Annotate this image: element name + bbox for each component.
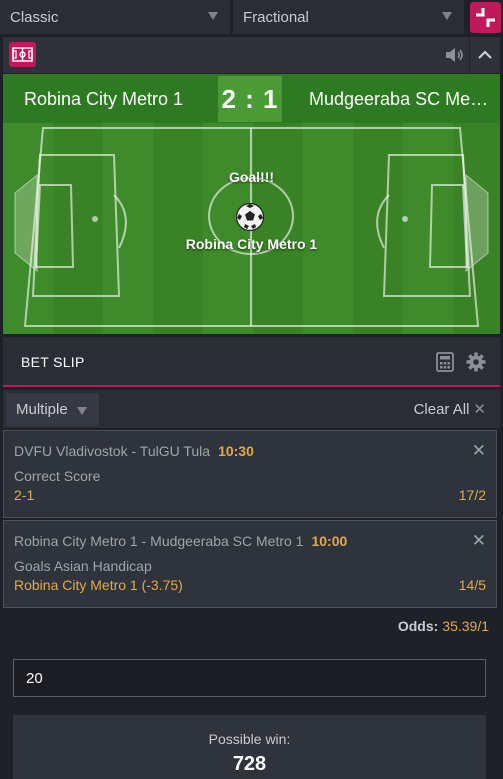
view-select[interactable]: Classic — [0, 0, 230, 34]
bet-selection: Robina City Metro 1 (-3.75) — [14, 577, 183, 593]
home-team-name: Robina City Metro 1 — [24, 89, 184, 109]
chevron-down-icon — [442, 12, 452, 20]
stake-input[interactable] — [13, 659, 486, 697]
collapse-button[interactable] — [470, 2, 501, 33]
bet-item: Robina City Metro 1 - Mudgeeraba SC Metr… — [3, 520, 497, 608]
top-selectors: Classic Fractional — [0, 0, 503, 34]
clear-all-label: Clear All — [413, 401, 470, 418]
chevron-down-icon — [208, 12, 218, 20]
chevron-down-icon — [77, 407, 87, 415]
calculator-icon[interactable] — [436, 352, 454, 372]
ball-icon — [235, 202, 265, 232]
event-title: Goal!!! — [228, 169, 275, 185]
total-odds-value: 35.39/1 — [442, 618, 489, 634]
odds-format-value: Fractional — [243, 8, 309, 26]
away-team-name: Mudgeeraba SC Metr… — [309, 89, 493, 109]
possible-win-box: Possible win: 728 — [13, 715, 486, 779]
bet-match-name: DVFU Vladivostok - TulGU Tula — [14, 443, 211, 459]
bet-match: DVFU Vladivostok - TulGU Tula 10:30 — [14, 443, 254, 459]
odds-format-select[interactable]: Fractional — [233, 0, 464, 34]
bet-type-select[interactable]: Multiple — [6, 393, 99, 426]
collapse-icon — [476, 8, 495, 27]
betslip-controls: Multiple Clear All ✕ — [3, 390, 500, 428]
event-team: Robina City Metro 1 — [185, 236, 318, 252]
live-tracker-header — [3, 37, 500, 73]
possible-win-value: 728 — [232, 753, 267, 775]
close-icon[interactable]: ✕ — [472, 441, 486, 461]
view-select-value: Classic — [10, 8, 59, 26]
betslip-title: BET SLIP — [21, 354, 85, 370]
clear-all-button[interactable]: Clear All ✕ — [414, 400, 486, 418]
total-odds: Odds: 35.39/1 — [398, 618, 489, 634]
close-icon[interactable]: ✕ — [472, 531, 486, 551]
divider — [469, 37, 470, 73]
pitch-view: Robina City Metro 1 2 : 1 Mudgeeraba SC … — [3, 74, 500, 334]
sound-icon[interactable] — [443, 45, 465, 65]
total-odds-label: Odds: — [397, 618, 439, 634]
scoreboard: Robina City Metro 1 2 : 1 Mudgeeraba SC … — [3, 74, 500, 123]
bet-match-time: 10:30 — [218, 443, 254, 459]
score: 2 : 1 — [218, 76, 282, 122]
betting-widget: Classic Fractional Robina City Metro 1 2… — [0, 0, 503, 779]
bet-odds: 14/5 — [458, 577, 486, 593]
chevron-up-icon[interactable] — [474, 45, 496, 65]
bet-market: Goals Asian Handicap — [14, 558, 152, 574]
betslip-header: BET SLIP — [3, 337, 500, 387]
bet-item: DVFU Vladivostok - TulGU Tula 10:30 ✕ Cor… — [3, 430, 497, 518]
bet-match: Robina City Metro 1 - Mudgeeraba SC Metr… — [14, 533, 347, 549]
close-icon: ✕ — [473, 401, 486, 418]
gear-icon[interactable] — [466, 352, 486, 372]
bet-selection: 2-1 — [14, 487, 35, 503]
bet-match-name: Robina City Metro 1 - Mudgeeraba SC Metr… — [14, 533, 304, 549]
pitch-icon[interactable] — [9, 42, 36, 67]
bet-match-time: 10:00 — [311, 533, 348, 549]
possible-win-label: Possible win: — [208, 731, 291, 747]
bet-market: Correct Score — [14, 468, 101, 484]
bet-type-value: Multiple — [16, 401, 68, 418]
bet-odds: 17/2 — [458, 487, 486, 503]
